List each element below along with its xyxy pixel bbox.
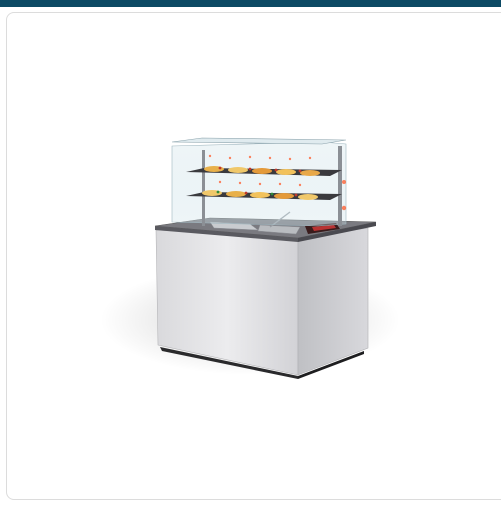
top-header-bar [0, 0, 501, 7]
glass-top [171, 137, 347, 145]
support-post-left [202, 150, 205, 226]
support-post-right [338, 146, 342, 226]
food-display-counter-icon [100, 137, 400, 379]
